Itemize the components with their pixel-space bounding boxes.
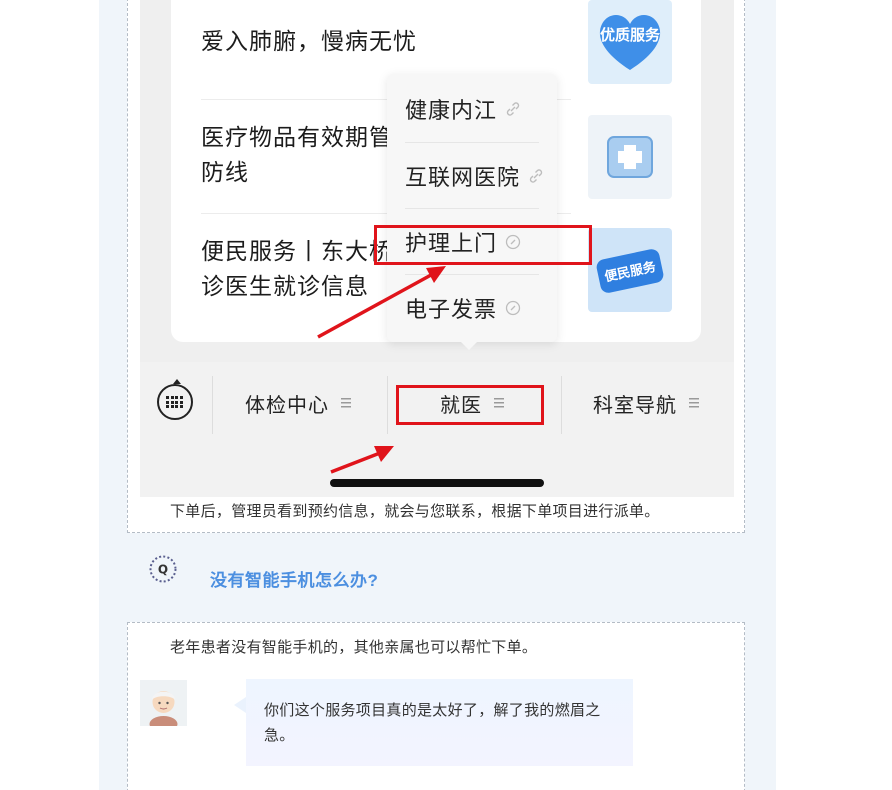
avatar xyxy=(140,680,187,726)
faq-answer: 老年患者没有智能手机的，其他亲属也可以帮忙下单。 xyxy=(170,639,538,656)
page: 爱入肺腑，慢病无忧 优质服务 医疗物品有效期管 防线 便民服务丨东大桥 诊医生就… xyxy=(0,0,892,790)
testimonial-text: 你们这个服务项目真的是太好了，解了我的燃眉之急。 xyxy=(264,702,601,744)
testimonial-bubble: 你们这个服务项目真的是太好了，解了我的燃眉之急。 xyxy=(246,679,633,766)
question-icon: Q xyxy=(149,555,177,583)
svg-text:Q: Q xyxy=(158,563,168,577)
bubble-tail xyxy=(234,697,246,713)
faq-question: 没有智能手机怎么办? xyxy=(210,571,379,590)
screenshot-caption: 下单后，管理员看到预约信息，就会与您联系，根据下单项目进行派单。 xyxy=(170,503,660,520)
